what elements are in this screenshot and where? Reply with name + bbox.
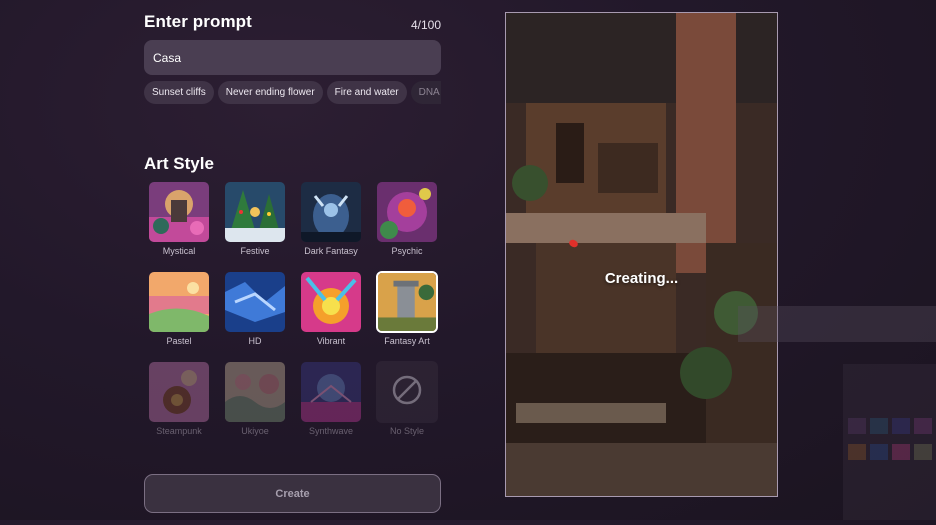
synthwave-thumbnail — [300, 361, 362, 423]
mystical-thumbnail — [148, 181, 210, 243]
style-label: Psychic — [391, 246, 423, 256]
style-label: Synthwave — [308, 426, 354, 436]
prohibited-icon — [391, 374, 423, 411]
dark-fantasy-thumbnail — [300, 181, 362, 243]
style-option-vibrant[interactable]: Vibrant — [300, 271, 362, 346]
style-label: Pastel — [166, 336, 192, 346]
style-option-synthwave[interactable]: Synthwave — [300, 361, 362, 436]
background-overlay-preview — [738, 306, 936, 520]
suggestion-chip[interactable]: Fire and water — [326, 81, 407, 104]
style-label: Mystical — [162, 246, 196, 256]
style-option-psychic[interactable]: Psychic — [376, 181, 438, 256]
style-label: No Style — [389, 426, 424, 436]
fantasy-art-thumbnail — [376, 271, 438, 333]
style-label: Steampunk — [156, 426, 202, 436]
prompt-panel: Enter prompt 4/100 Sunset cliffsNever en… — [144, 0, 442, 520]
art-style-title: Art Style — [144, 154, 214, 173]
style-option-no-style[interactable]: No Style — [376, 361, 438, 436]
suggestion-chips: Sunset cliffs Never ending flower Fire and… — [144, 81, 441, 105]
character-counter: 4/100 — [410, 18, 441, 32]
style-option-ukiyoe[interactable]: Ukiyoe — [224, 361, 286, 436]
style-option-mystical[interactable]: Mystical — [148, 181, 210, 256]
style-label: Fantasy Art — [384, 336, 430, 346]
style-label: Festive — [240, 246, 270, 256]
suggestion-chip[interactable]: DNA tor — [410, 81, 441, 104]
style-option-dark-fantasy[interactable]: Dark Fantasy — [300, 181, 362, 256]
hd-thumbnail — [224, 271, 286, 333]
ukiyoe-thumbnail — [224, 361, 286, 423]
vibrant-thumbnail — [300, 271, 362, 333]
style-label: HD — [248, 336, 262, 346]
no-style-thumbnail — [376, 361, 438, 423]
pastel-thumbnail — [148, 271, 210, 333]
style-label: Dark Fantasy — [304, 246, 358, 256]
suggestion-chip[interactable]: Never ending flower — [217, 81, 323, 104]
festive-thumbnail — [224, 181, 286, 243]
style-label: Ukiyoe — [241, 426, 269, 436]
prompt-title: Enter prompt — [144, 12, 252, 31]
prompt-input[interactable] — [144, 40, 441, 75]
steampunk-thumbnail — [148, 361, 210, 423]
style-option-fantasy-art[interactable]: Fantasy Art — [376, 271, 438, 346]
suggestion-chip[interactable]: Sunset cliffs — [144, 81, 214, 104]
style-option-hd[interactable]: HD — [224, 271, 286, 346]
style-option-pastel[interactable]: Pastel — [148, 271, 210, 346]
style-label: Vibrant — [316, 336, 346, 346]
creating-status: Creating... — [604, 270, 679, 287]
style-option-steampunk[interactable]: Steampunk — [148, 361, 210, 436]
create-button[interactable]: Create — [144, 474, 441, 513]
style-option-festive[interactable]: Festive — [224, 181, 286, 256]
psychic-thumbnail — [376, 181, 438, 243]
